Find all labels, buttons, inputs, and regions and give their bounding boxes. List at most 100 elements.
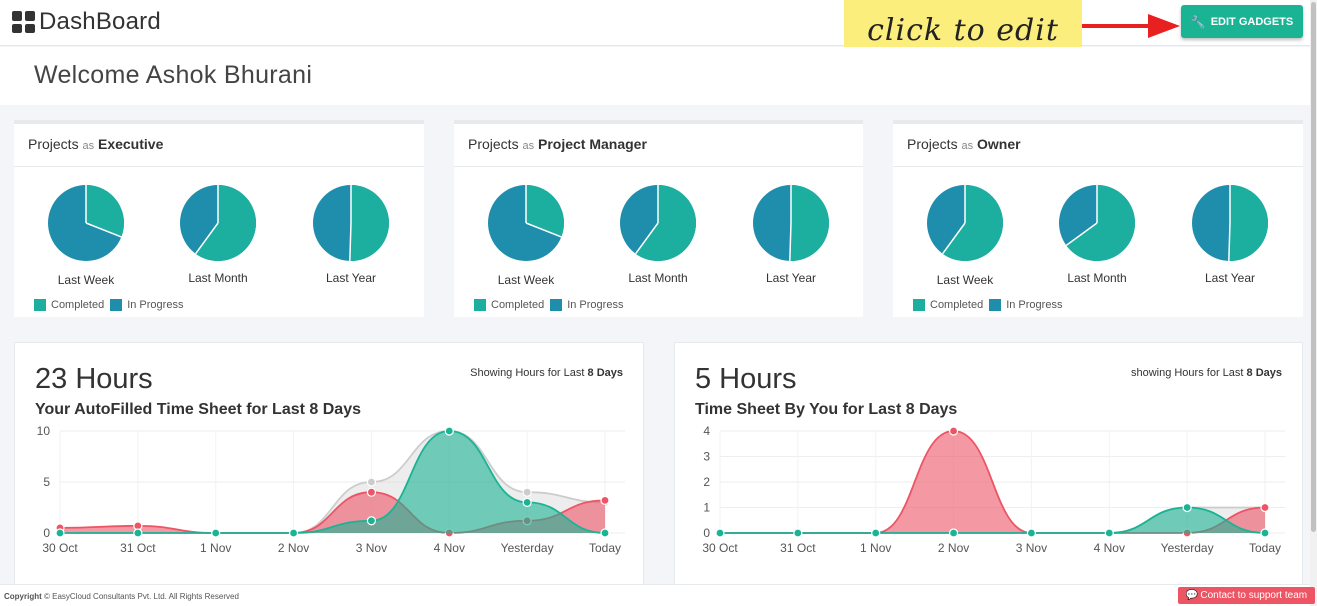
pie-last-week[interactable]: Last Week xyxy=(915,183,1015,287)
legend-in-progress: In Progress xyxy=(567,299,624,311)
panel-title-role: Owner xyxy=(976,136,1021,152)
y-tick-label: 0 xyxy=(43,526,50,540)
in-progress-swatch xyxy=(550,299,563,311)
pie-chart xyxy=(180,185,256,261)
pie-chart xyxy=(1059,185,1135,261)
x-tick-label: 4 Nov xyxy=(1094,541,1125,555)
y-tick-label: 3 xyxy=(703,450,710,464)
pie-label: Last Week xyxy=(936,273,994,287)
pie-last-year[interactable]: Last Year xyxy=(741,183,841,285)
completed-swatch xyxy=(913,299,925,311)
data-point xyxy=(55,528,65,538)
timesheet-area-chart: 0 1 2 3 4 30 Oct 31 Oct 1 Nov 2 Nov 3 Nov 4 Nov Yes… xyxy=(702,424,1285,555)
legend-in-progress: In Progress xyxy=(127,299,184,311)
data-point xyxy=(715,528,725,538)
data-point xyxy=(1260,528,1270,538)
legend-completed: Completed xyxy=(51,299,105,311)
copyright-label: Copyright xyxy=(4,592,42,601)
legend-completed: Completed xyxy=(491,299,545,311)
data-point xyxy=(948,426,959,436)
panel-title: Projects as Project Manager xyxy=(454,124,863,167)
welcome-title: Welcome Ashok Bhurani xyxy=(34,61,313,89)
x-tick-label: 4 Nov xyxy=(434,541,465,555)
logo[interactable]: DashBoard xyxy=(12,8,161,36)
x-tick-label: Yesterday xyxy=(501,541,554,555)
pie-last-month[interactable]: Last Month xyxy=(608,183,708,285)
x-tick-label: 1 Nov xyxy=(860,541,891,555)
panel-title-as: as xyxy=(82,140,95,152)
x-tick-label: Today xyxy=(589,541,621,555)
pie-last-month[interactable]: Last Month xyxy=(1047,183,1147,285)
pie-legend: Completed In Progress xyxy=(474,299,629,311)
pie-label: Last Week xyxy=(57,273,115,287)
chat-bubble-icon: 💬 xyxy=(1185,590,1199,601)
y-tick-label: 0 xyxy=(703,526,710,540)
panel-title-role: Executive xyxy=(97,136,164,152)
contact-support-label: Contact to support team xyxy=(1200,590,1308,601)
x-tick-label: 31 Oct xyxy=(120,541,156,555)
x-tick-label: 2 Nov xyxy=(278,541,309,555)
pie-last-week[interactable]: Last Week xyxy=(36,183,136,287)
pie-chart xyxy=(488,185,564,261)
x-tick-label: 30 Oct xyxy=(702,541,738,555)
pie-last-week[interactable]: Last Week xyxy=(476,183,576,287)
panel-title-role: Project Manager xyxy=(537,136,647,152)
data-point xyxy=(211,528,221,538)
edit-gadgets-label: EDIT GADGETS xyxy=(1210,15,1294,28)
data-point xyxy=(1026,528,1037,538)
pie-slice-completed xyxy=(1228,185,1269,261)
x-tick-label: Yesterday xyxy=(1161,541,1214,555)
data-point xyxy=(288,528,299,538)
x-tick-label: 31 Oct xyxy=(780,541,816,555)
completed-swatch xyxy=(474,299,486,311)
pie-slice-completed xyxy=(789,185,830,261)
pie-label: Last Month xyxy=(188,271,248,285)
data-point xyxy=(871,528,881,538)
scrollbar-thumb[interactable] xyxy=(1311,2,1316,532)
pie-last-year[interactable]: Last Year xyxy=(1180,183,1280,285)
data-point xyxy=(366,477,377,487)
y-tick-label: 5 xyxy=(43,475,50,489)
pie-chart xyxy=(620,185,696,261)
timesheet-hours-panel: 5 Hours Time Sheet By You for Last 8 Day… xyxy=(674,342,1303,592)
data-point xyxy=(1260,502,1270,513)
copyright-text: © EasyCloud Consultants Pvt. Ltd. All Ri… xyxy=(44,592,239,601)
autofilled-hours-panel: 23 Hours Your AutoFilled Time Sheet for … xyxy=(14,342,644,592)
in-progress-swatch xyxy=(110,299,123,311)
projects-owner-panel: Projects as Owner Last Week Last Month L… xyxy=(893,120,1303,317)
legend-completed: Completed xyxy=(930,299,984,311)
welcome-bar: Welcome Ashok Bhurani xyxy=(0,47,1310,105)
x-tick-label: Today xyxy=(1249,541,1281,555)
app-title: DashBoard xyxy=(39,8,161,35)
wrench-icon: 🔧 xyxy=(1190,14,1206,29)
in-progress-swatch xyxy=(989,299,1002,311)
pie-last-year[interactable]: Last Year xyxy=(301,183,401,285)
pie-label: Last Year xyxy=(1204,271,1256,285)
pie-chart xyxy=(753,185,830,262)
contact-support-button[interactable]: 💬 Contact to support team xyxy=(1178,587,1315,604)
x-tick-label: 1 Nov xyxy=(200,541,231,555)
arrow-icon xyxy=(1082,14,1180,38)
pie-slice-completed xyxy=(349,185,390,261)
data-point xyxy=(366,487,377,497)
footer: Copyright © EasyCloud Consultants Pvt. L… xyxy=(0,584,1310,606)
pie-label: Last Year xyxy=(765,271,817,285)
y-tick-label: 1 xyxy=(703,501,710,515)
data-point xyxy=(600,495,610,505)
pie-legend: Completed In Progress xyxy=(913,299,1068,311)
completed-swatch xyxy=(34,299,46,311)
pie-chart xyxy=(927,185,1003,261)
data-point xyxy=(1104,528,1114,538)
y-tick-label: 10 xyxy=(37,424,51,438)
autofilled-area-chart: 0 5 10 30 Oct 31 Oct 1 Nov 2 Nov 3 Nov 4 Nov Yest… xyxy=(37,424,625,555)
panel-title-as: as xyxy=(522,140,535,152)
edit-gadgets-button[interactable]: 🔧 EDIT GADGETS xyxy=(1181,5,1303,38)
data-point xyxy=(133,528,143,538)
y-tick-label: 4 xyxy=(703,424,710,438)
panel-title: Projects as Owner xyxy=(893,124,1303,167)
pie-chart xyxy=(1192,185,1269,262)
page-scrollbar[interactable] xyxy=(1310,0,1317,606)
pie-last-month[interactable]: Last Month xyxy=(168,183,268,285)
data-point xyxy=(444,426,454,436)
data-point xyxy=(522,487,532,497)
